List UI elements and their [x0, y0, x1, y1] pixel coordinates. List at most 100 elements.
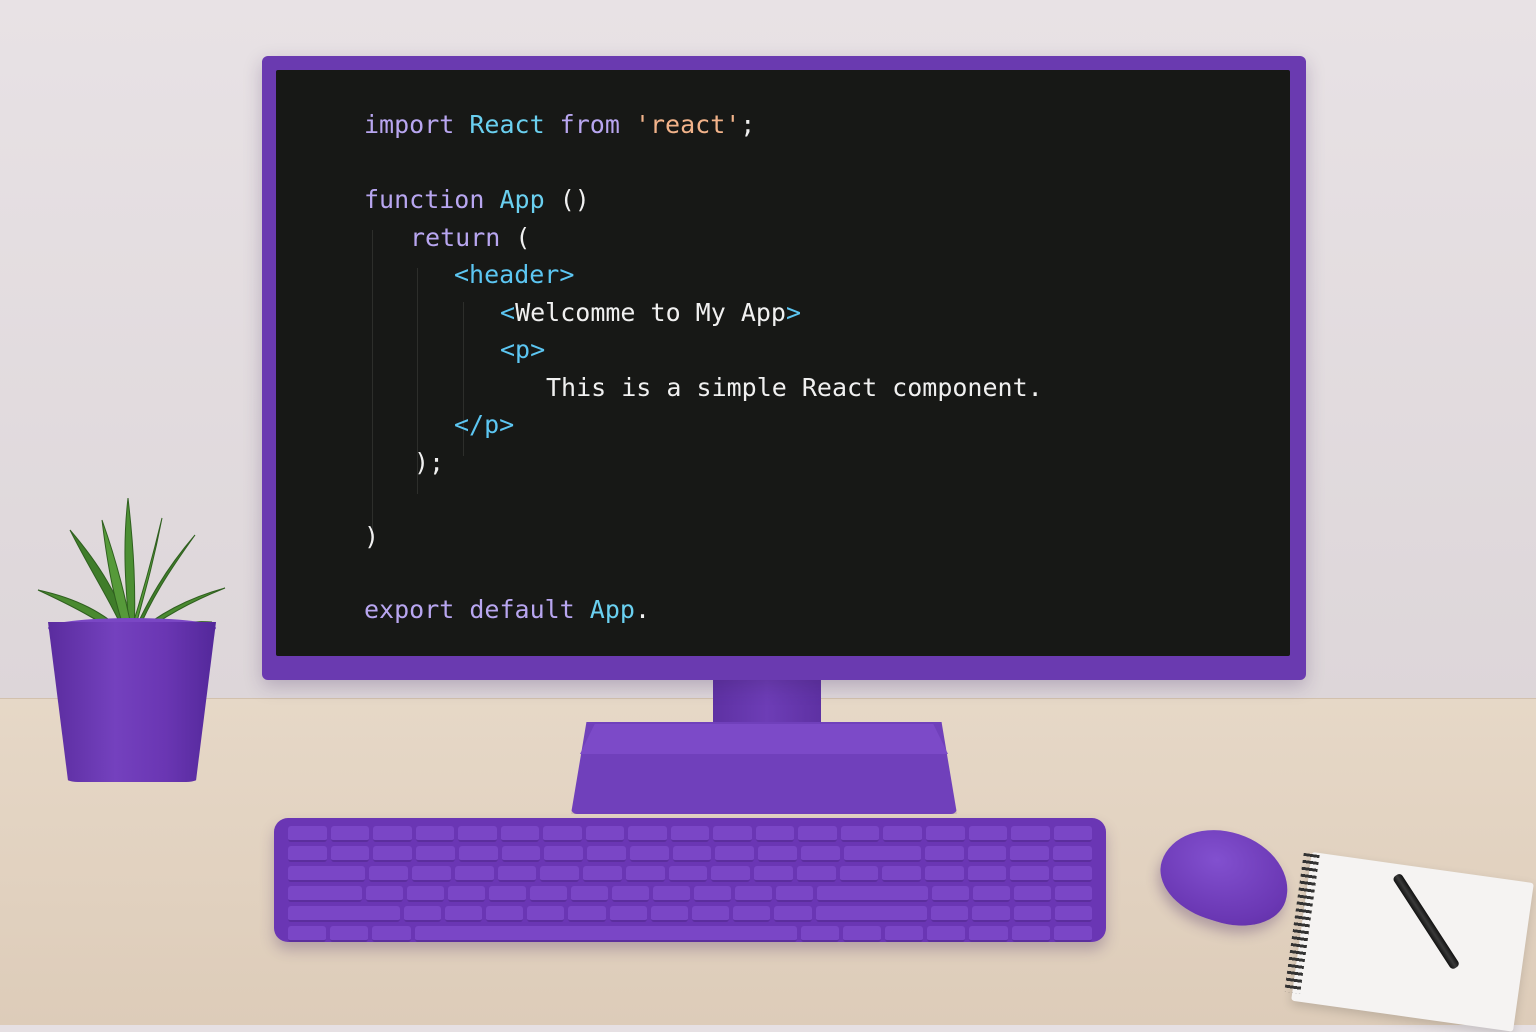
code-token: default — [469, 595, 590, 624]
keyboard-key — [925, 866, 964, 882]
keyboard-key — [885, 926, 924, 942]
keyboard-key — [497, 866, 537, 882]
keyboard-key — [800, 846, 840, 862]
keyboard-key — [407, 886, 444, 902]
code-line: return ( — [410, 223, 530, 253]
keyboard-key — [369, 866, 409, 882]
keyboard-key — [458, 826, 497, 842]
code-line: export default App. — [364, 595, 650, 625]
keyboard-key — [330, 926, 369, 942]
keyboard-key — [882, 866, 922, 882]
keyboard-key — [754, 866, 793, 882]
keyboard-key — [587, 846, 626, 862]
keyboard-key — [796, 866, 836, 882]
keyboard-key — [288, 906, 400, 922]
keyboard-row — [288, 906, 1093, 922]
keyboard-key — [486, 906, 524, 922]
keyboard-key — [758, 846, 797, 862]
code-line: import React from 'react'; — [364, 110, 755, 140]
code-token: React — [469, 110, 560, 139]
code-line: This is a simple React component. — [546, 373, 1043, 403]
keyboard-key — [839, 866, 879, 882]
keyboard-key — [668, 866, 708, 882]
keyboard-key — [969, 926, 1008, 942]
code-token: > — [786, 298, 802, 327]
keyboard-key — [733, 906, 771, 922]
keyboard-key — [444, 906, 482, 922]
keyboard-key — [1011, 826, 1050, 842]
keyboard-key — [609, 906, 647, 922]
code-token: </p> — [454, 410, 515, 439]
code-token: () — [559, 185, 590, 214]
code-line: <p> — [500, 335, 545, 365]
code-token: App — [589, 595, 635, 624]
notebook — [1284, 852, 1534, 1032]
code-line: function App () — [364, 185, 590, 215]
keyboard-key — [568, 906, 606, 922]
keyboard-key — [628, 826, 667, 842]
code-token: ) — [364, 522, 380, 551]
keyboard-key — [500, 826, 540, 842]
keyboard-key — [540, 866, 580, 882]
keyboard-key — [711, 866, 751, 882]
keyboard — [274, 818, 1106, 942]
keyboard-key — [629, 846, 669, 862]
keyboard-key — [653, 886, 690, 902]
keyboard-key — [973, 886, 1010, 902]
code-token: export — [364, 595, 470, 624]
keyboard-key — [925, 846, 964, 862]
keyboard-key — [585, 826, 625, 842]
keyboard-key — [530, 886, 567, 902]
keyboard-key — [800, 926, 839, 942]
keyboard-key — [372, 926, 411, 942]
keyboard-key — [373, 826, 412, 842]
keyboard-key — [1013, 906, 1051, 922]
keyboard-key — [843, 846, 922, 862]
code-token: return — [410, 223, 516, 252]
monitor: import React from 'react'; function App (… — [262, 56, 1306, 680]
code-line: </p> — [454, 410, 514, 440]
keyboard-key — [527, 906, 565, 922]
keyboard-key — [927, 926, 966, 942]
keyboard-key — [798, 826, 837, 842]
code-token: 'react' — [634, 110, 741, 139]
keyboard-key — [968, 826, 1008, 842]
keyboard-key — [330, 846, 370, 862]
keyboard-key — [403, 906, 441, 922]
code-token: This is a simple React component. — [546, 373, 1043, 402]
keyboard-key — [967, 866, 1007, 882]
keyboard-key — [415, 826, 455, 842]
keyboard-key — [842, 926, 882, 942]
keyboard-key — [1053, 926, 1093, 942]
keyboard-key — [612, 886, 649, 902]
keyboard-key — [501, 846, 541, 862]
keyboard-key — [288, 886, 362, 902]
keyboard-row — [288, 886, 1092, 902]
keyboard-key — [650, 906, 689, 922]
keyboard-key — [692, 906, 730, 922]
keyboard-key — [412, 866, 451, 882]
keyboard-row — [288, 846, 1092, 862]
keyboard-key — [932, 886, 969, 902]
keyboard-key — [416, 846, 455, 862]
code-token: App — [499, 185, 560, 214]
keyboard-key — [454, 866, 494, 882]
code-token: Welcomme to My App — [515, 298, 786, 327]
keyboard-key — [670, 826, 710, 842]
keyboard-key — [694, 886, 731, 902]
keyboard-key — [1010, 846, 1050, 862]
code-token: ( — [515, 223, 531, 252]
code-token: < — [500, 298, 516, 327]
keyboard-key — [774, 906, 812, 922]
keyboard-row — [288, 826, 1093, 842]
code-token: function — [364, 185, 500, 214]
code-token: ); — [414, 448, 445, 477]
keyboard-key — [817, 886, 928, 902]
code-editor: import React from 'react'; function App (… — [276, 70, 1290, 656]
code-token: <p> — [500, 335, 546, 364]
code-line: <header> — [454, 260, 574, 290]
keyboard-key — [1055, 886, 1092, 902]
keyboard-key — [571, 886, 608, 902]
keyboard-key — [373, 846, 413, 862]
keyboard-key — [288, 846, 327, 862]
